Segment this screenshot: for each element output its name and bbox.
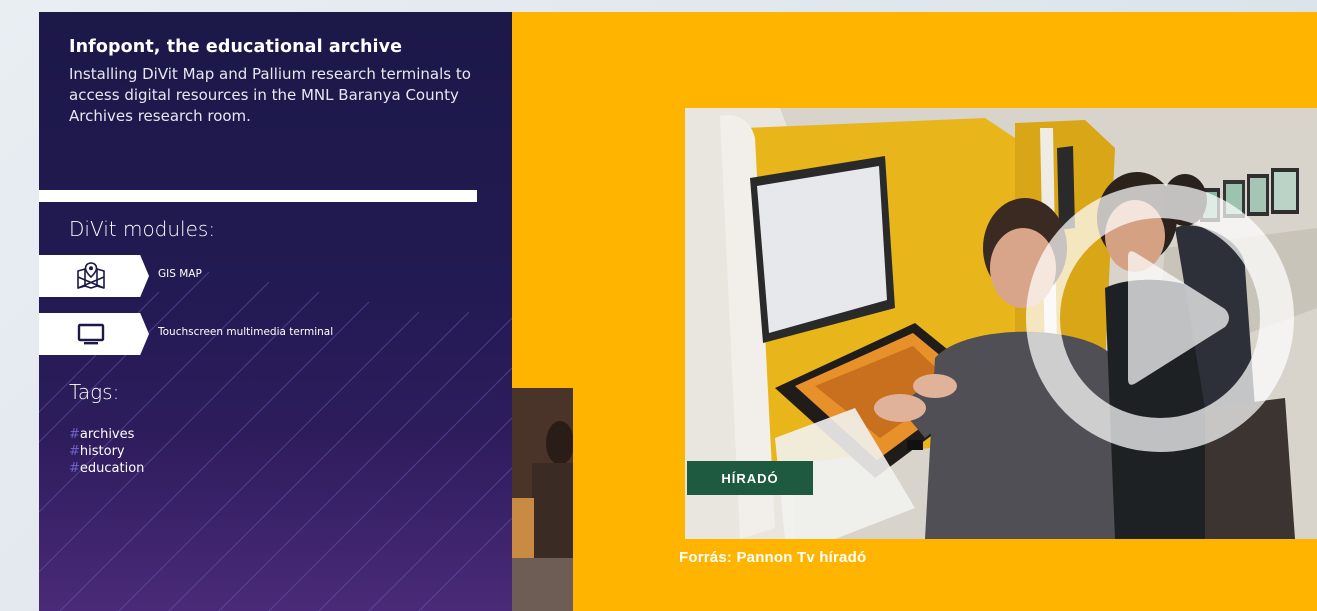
project-title: Infopont, the educational archive xyxy=(69,37,403,57)
module-icon-tab xyxy=(39,255,149,297)
video-thumbnail-strip xyxy=(512,388,573,611)
news-badge: HÍRADÓ xyxy=(687,461,813,495)
project-description: Installing DiVit Map and Pallium researc… xyxy=(69,65,471,125)
modules-heading: DiVit modules: xyxy=(69,217,216,241)
tags-list: #archives #history #education xyxy=(69,426,144,477)
video-caption: Forrás: Pannon Tv híradó xyxy=(679,549,867,566)
tag-education[interactable]: #education xyxy=(69,460,144,477)
monitor-icon xyxy=(77,323,105,345)
video-player[interactable]: HÍRADÓ Forrás: Pannon Tv híradó xyxy=(512,12,1317,611)
module-icon-tab xyxy=(39,313,149,355)
map-icon xyxy=(77,262,105,289)
module-label: Touchscreen multimedia terminal xyxy=(158,326,334,338)
module-label: GIS MAP xyxy=(158,268,202,280)
tag-history[interactable]: #history xyxy=(69,443,144,460)
thumbnail-figure xyxy=(512,388,573,611)
section-divider xyxy=(39,190,477,202)
module-touchscreen-terminal[interactable]: Touchscreen multimedia terminal xyxy=(39,313,469,355)
tags-heading: Tags: xyxy=(69,380,120,404)
module-gis-map[interactable]: GIS MAP xyxy=(39,255,469,297)
tag-archives[interactable]: #archives xyxy=(69,426,144,443)
play-button[interactable] xyxy=(1025,183,1295,453)
info-panel: Infopont, the educational archive Instal… xyxy=(39,12,512,611)
play-icon xyxy=(1026,184,1294,452)
project-card: Infopont, the educational archive Instal… xyxy=(39,12,1317,611)
